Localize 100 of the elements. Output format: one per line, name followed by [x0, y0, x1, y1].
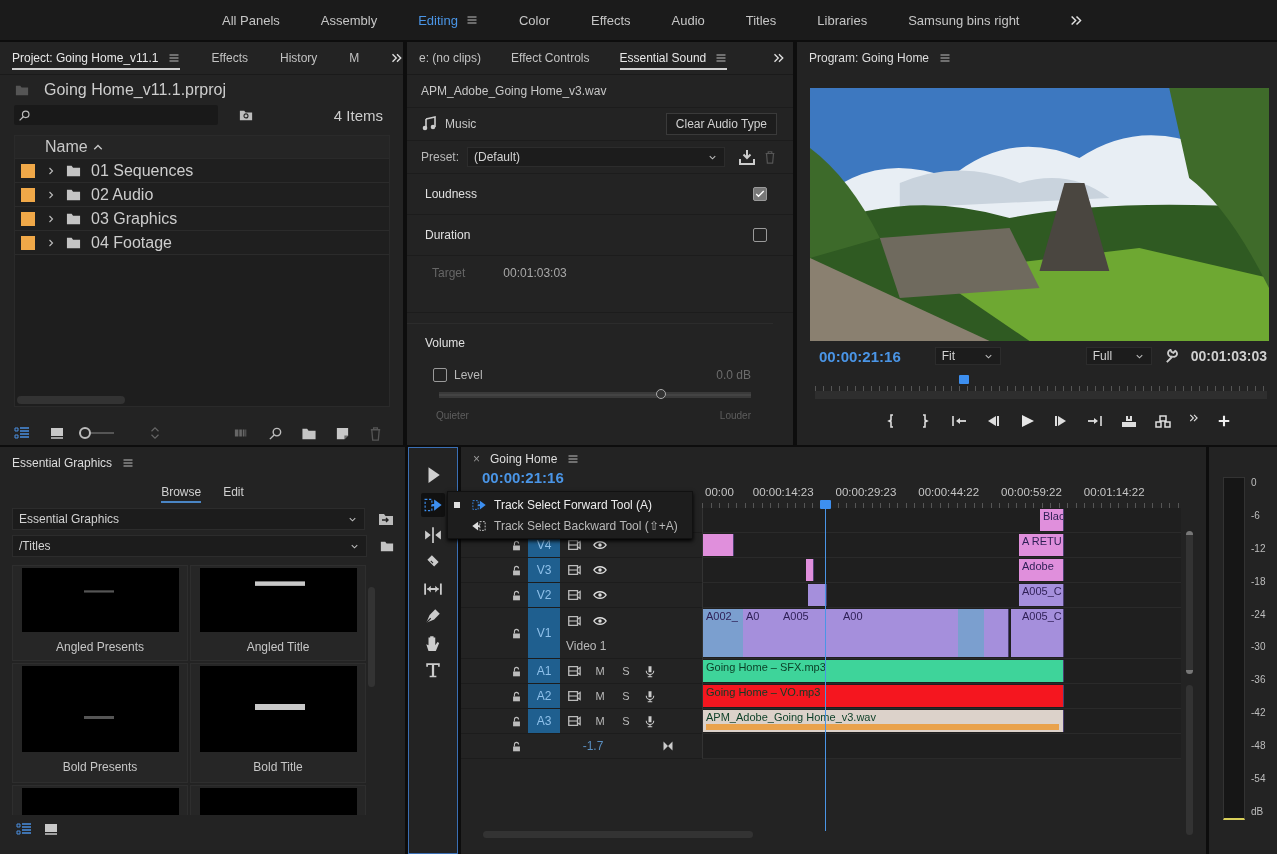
bin-name: 01 Sequences	[91, 161, 195, 180]
template-tile[interactable]: Bold Presents	[12, 663, 188, 783]
library-dropdown[interactable]: Essential Graphics	[12, 508, 365, 530]
panel-tab[interactable]: Essential Sound	[619, 46, 728, 70]
clip-name: A005	[782, 610, 809, 622]
panel-tab[interactable]: Project: Going Home_v11.1	[12, 46, 180, 70]
panel-title: Essential Graphics	[12, 456, 113, 470]
clip[interactable]: Going Home – SFX.mp3	[703, 660, 1064, 682]
panel-tab[interactable]: Effects	[211, 46, 248, 70]
clip[interactable]: A005_C	[1019, 584, 1064, 606]
meter-scale-label: -48	[1251, 740, 1266, 752]
workspace-tab[interactable]: Editing	[418, 12, 478, 28]
template-tile[interactable]: Bold Title	[190, 663, 366, 783]
track-label[interactable]: A3	[528, 709, 560, 733]
bin-name: 03 Graphics	[91, 209, 179, 228]
track-label[interactable]: A2	[528, 684, 560, 708]
mute-button[interactable]: M	[592, 665, 608, 677]
panel-tab[interactable]: M	[349, 46, 360, 70]
meter-scale-label: -12	[1251, 542, 1266, 554]
item-count: 4 Items	[333, 106, 383, 124]
panel-tab[interactable]: Effect Controls	[511, 46, 590, 70]
duration-timecode: 00:01:03:03	[1190, 348, 1267, 364]
solo-button[interactable]: S	[618, 665, 634, 677]
track-label[interactable]: V2	[528, 583, 560, 607]
template-name: Angled Title	[246, 640, 310, 654]
workspace-tab[interactable]: Effects	[591, 12, 631, 28]
project-file-name: Going Home_v11.1.prproj	[44, 81, 227, 99]
ruler-time-label: 00:01:14:22	[1083, 486, 1145, 500]
bin-name: 04 Footage	[91, 233, 173, 252]
target-label: Target	[432, 266, 466, 282]
level-label: Level	[454, 368, 483, 382]
current-timecode[interactable]: 00:00:21:16	[819, 347, 901, 365]
template-tile[interactable]: Angled Title	[190, 565, 366, 661]
clip[interactable]: A0	[743, 609, 766, 657]
meter-scale-label: -42	[1251, 707, 1266, 719]
ruler-time-label: 00:00:29:23	[835, 486, 897, 500]
clip[interactable]: Adobe	[1019, 559, 1064, 581]
meter-scale-label: -6	[1251, 509, 1261, 521]
template-name: Bold Title	[253, 760, 303, 774]
meter-scale-label: -36	[1251, 674, 1266, 686]
clip[interactable]: A00	[840, 609, 870, 657]
menu-item[interactable]: Track Select Backward Tool (⇧+A)	[454, 515, 678, 536]
meter-scale-label: -30	[1251, 641, 1266, 653]
track-label[interactable]: V1	[528, 608, 560, 658]
meter-scale-label: -18	[1251, 575, 1266, 587]
zoom-dropdown[interactable]: Fit	[934, 347, 1001, 365]
workspace-tab[interactable]: Titles	[745, 12, 777, 28]
mute-button[interactable]: M	[592, 690, 608, 702]
audio-type-label: Music	[445, 117, 477, 131]
template-name: Angled Presents	[55, 640, 145, 654]
clip-name: Going Home – SFX.mp3	[705, 661, 826, 673]
track-label[interactable]: V3	[528, 558, 560, 582]
template-name: Bold Presents	[62, 760, 138, 774]
panel-tab[interactable]: Edit	[223, 485, 244, 503]
name-column-header[interactable]: Name	[45, 138, 104, 156]
bin-name: 02 Audio	[91, 185, 155, 204]
workspace-tab[interactable]: Color	[518, 12, 550, 28]
workspace-tab[interactable]: Samsung bins right	[908, 12, 1020, 28]
panel-title: Program: Going Home	[809, 51, 930, 65]
workspace-tab[interactable]: Audio	[671, 12, 705, 28]
clip[interactable]: A005	[780, 609, 816, 657]
close-tab-button[interactable]: ×	[473, 452, 480, 466]
workspace-tab[interactable]: All Panels	[222, 12, 280, 28]
ruler-time-label: 00:00	[705, 486, 734, 500]
master-volume[interactable]: -1.7	[528, 739, 618, 753]
resolution-dropdown[interactable]: Full	[1085, 347, 1152, 365]
meter-scale-label: 0	[1251, 477, 1258, 488]
clip-name: APM_Adobe_Going Home_v3.wav	[421, 84, 607, 98]
panel-tab[interactable]: e: (no clips)	[419, 46, 482, 70]
level-reading: 0.0 dB	[716, 368, 751, 382]
workspace-tab[interactable]: Assembly	[320, 12, 378, 28]
menu-item[interactable]: Track Select Forward Tool (A)	[454, 494, 678, 515]
current-timecode[interactable]: 00:00:21:16	[461, 469, 702, 486]
mute-button[interactable]: M	[592, 715, 608, 727]
clip-name: A002_	[705, 610, 738, 622]
workspace-tab[interactable]: Libraries	[817, 12, 868, 28]
clip[interactable]: A002_	[703, 609, 744, 657]
folder-dropdown[interactable]: /Titles	[12, 535, 367, 557]
ruler-time-label: 00:00:44:22	[918, 486, 980, 500]
clip-name: A0	[745, 610, 760, 622]
clip-name: A RETU	[1021, 535, 1062, 547]
clip[interactable]: A005_C	[1019, 609, 1064, 657]
section-title: Loudness	[425, 187, 478, 201]
solo-button[interactable]: S	[618, 690, 634, 702]
solo-button[interactable]: S	[618, 715, 634, 727]
sequence-tab[interactable]: Going Home	[490, 452, 558, 466]
preset-label: Preset:	[421, 150, 459, 164]
ruler-time-label: 00:00:59:22	[1001, 486, 1062, 500]
template-tile[interactable]: Angled Presents	[12, 565, 188, 661]
track-label[interactable]: A1	[528, 659, 560, 683]
clip-name: A005_C	[1021, 610, 1062, 622]
panel-tab[interactable]: Browse	[161, 485, 202, 503]
panel-tab[interactable]: History	[280, 46, 318, 70]
slider-min-label: Quieter	[436, 410, 469, 421]
preset-dropdown[interactable]: (Default)	[467, 147, 725, 167]
clip-name: Adobe	[1021, 560, 1054, 572]
clip-name: Going Home – VO.mp3	[705, 686, 821, 698]
clear-audio-type-button[interactable]: Clear Audio Type	[665, 113, 777, 135]
meter-scale-label: -54	[1251, 773, 1266, 784]
clip[interactable]: A RETU	[1019, 534, 1064, 556]
